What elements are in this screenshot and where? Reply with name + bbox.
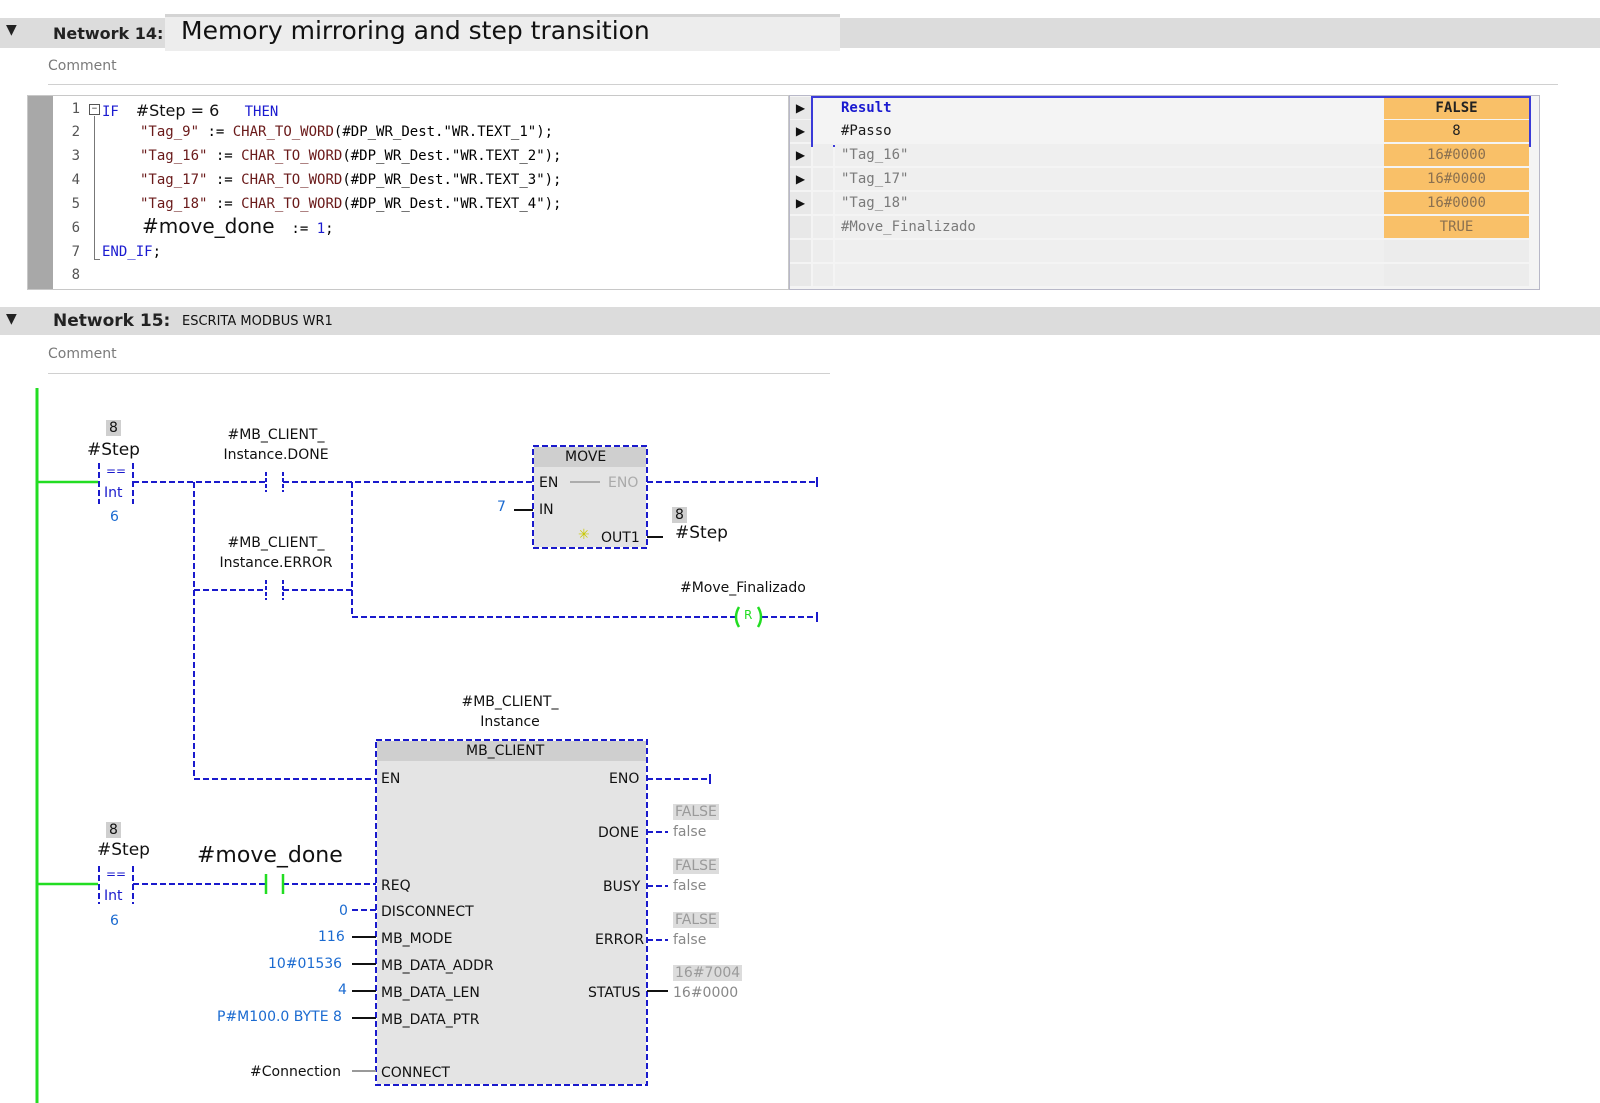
- mb-instance-label[interactable]: #MB_CLIENT_ Instance: [448, 692, 572, 732]
- mb-req-pin: REQ: [381, 878, 411, 894]
- mb-done-pin: DONE: [598, 825, 640, 841]
- compare2-live-value: 8: [106, 822, 121, 838]
- compare1-operator: ==: [106, 464, 127, 478]
- compare2-type[interactable]: Int: [104, 888, 123, 904]
- mb-status-live-value: 16#7004: [673, 965, 743, 981]
- mb-busy-pin: BUSY: [603, 879, 641, 895]
- mb-ptr-pin: MB_DATA_PTR: [381, 1012, 480, 1028]
- mb-disconnect-value[interactable]: 0: [339, 903, 348, 919]
- move-out-pin: OUT1: [601, 530, 640, 546]
- mb-eno-pin: ENO: [609, 771, 640, 787]
- compare1-operand[interactable]: #Step: [87, 440, 140, 460]
- move-en-pin: EN: [539, 475, 559, 491]
- mb-error-live-value: FALSE: [673, 912, 719, 928]
- mb-addr-pin: MB_DATA_ADDR: [381, 958, 494, 974]
- coil-operand[interactable]: #Move_Finalizado: [680, 580, 806, 596]
- contact-error-line1: #MB_CLIENT_: [227, 535, 325, 551]
- compare2-operand[interactable]: #Step: [97, 840, 150, 860]
- mb-connect-pin: CONNECT: [381, 1065, 450, 1081]
- coil-type[interactable]: R: [744, 608, 752, 622]
- move-in-pin: IN: [539, 502, 554, 518]
- mb-instance-line1: #MB_CLIENT_: [461, 694, 559, 710]
- mb-error-pin: ERROR: [595, 932, 645, 948]
- contact-done-label[interactable]: #MB_CLIENT_ Instance.DONE: [216, 425, 336, 465]
- mb-len-value[interactable]: 4: [338, 982, 347, 998]
- mb-disconnect-pin: DISCONNECT: [381, 904, 474, 920]
- mb-busy-live-value: FALSE: [673, 858, 719, 874]
- compare1-live-value: 8: [106, 420, 121, 436]
- move-eno-pin: ENO: [608, 475, 639, 491]
- mb-status-pin: STATUS: [588, 985, 641, 1001]
- move-title[interactable]: MOVE: [565, 449, 606, 465]
- mb-done-value[interactable]: false: [673, 824, 706, 840]
- contact-done-line1: #MB_CLIENT_: [227, 427, 325, 443]
- compare1-type[interactable]: Int: [104, 485, 123, 501]
- mb-client-title[interactable]: MB_CLIENT: [466, 743, 544, 759]
- compare1-constant[interactable]: 6: [110, 509, 119, 525]
- mb-status-value[interactable]: 16#0000: [673, 985, 738, 1001]
- contact-done-line2: Instance.DONE: [223, 447, 329, 463]
- mb-done-live-value: FALSE: [673, 804, 719, 820]
- contact-move-done-label[interactable]: #move_done: [197, 843, 343, 868]
- move-out-live-value: 8: [672, 507, 687, 523]
- mb-connect-value[interactable]: #Connection: [250, 1064, 341, 1080]
- contact-error-line2: Instance.ERROR: [219, 555, 333, 571]
- contact-error-label[interactable]: #MB_CLIENT_ Instance.ERROR: [214, 533, 338, 573]
- mb-error-value[interactable]: false: [673, 932, 706, 948]
- mb-len-pin: MB_DATA_LEN: [381, 985, 480, 1001]
- mb-addr-value[interactable]: 10#01536: [268, 956, 342, 972]
- move-in-value[interactable]: 7: [497, 499, 506, 515]
- mb-instance-line2: Instance: [480, 714, 540, 730]
- compare2-constant[interactable]: 6: [110, 913, 119, 929]
- mb-mode-value[interactable]: 116: [318, 929, 345, 945]
- mb-en-pin: EN: [381, 771, 401, 787]
- compare2-operator: ==: [106, 867, 127, 881]
- move-out-operand[interactable]: #Step: [675, 523, 728, 543]
- sparkle-icon: ✳: [578, 527, 590, 543]
- mb-mode-pin: MB_MODE: [381, 931, 453, 947]
- mb-busy-value[interactable]: false: [673, 878, 706, 894]
- mb-ptr-value[interactable]: P#M100.0 BYTE 8: [217, 1009, 342, 1025]
